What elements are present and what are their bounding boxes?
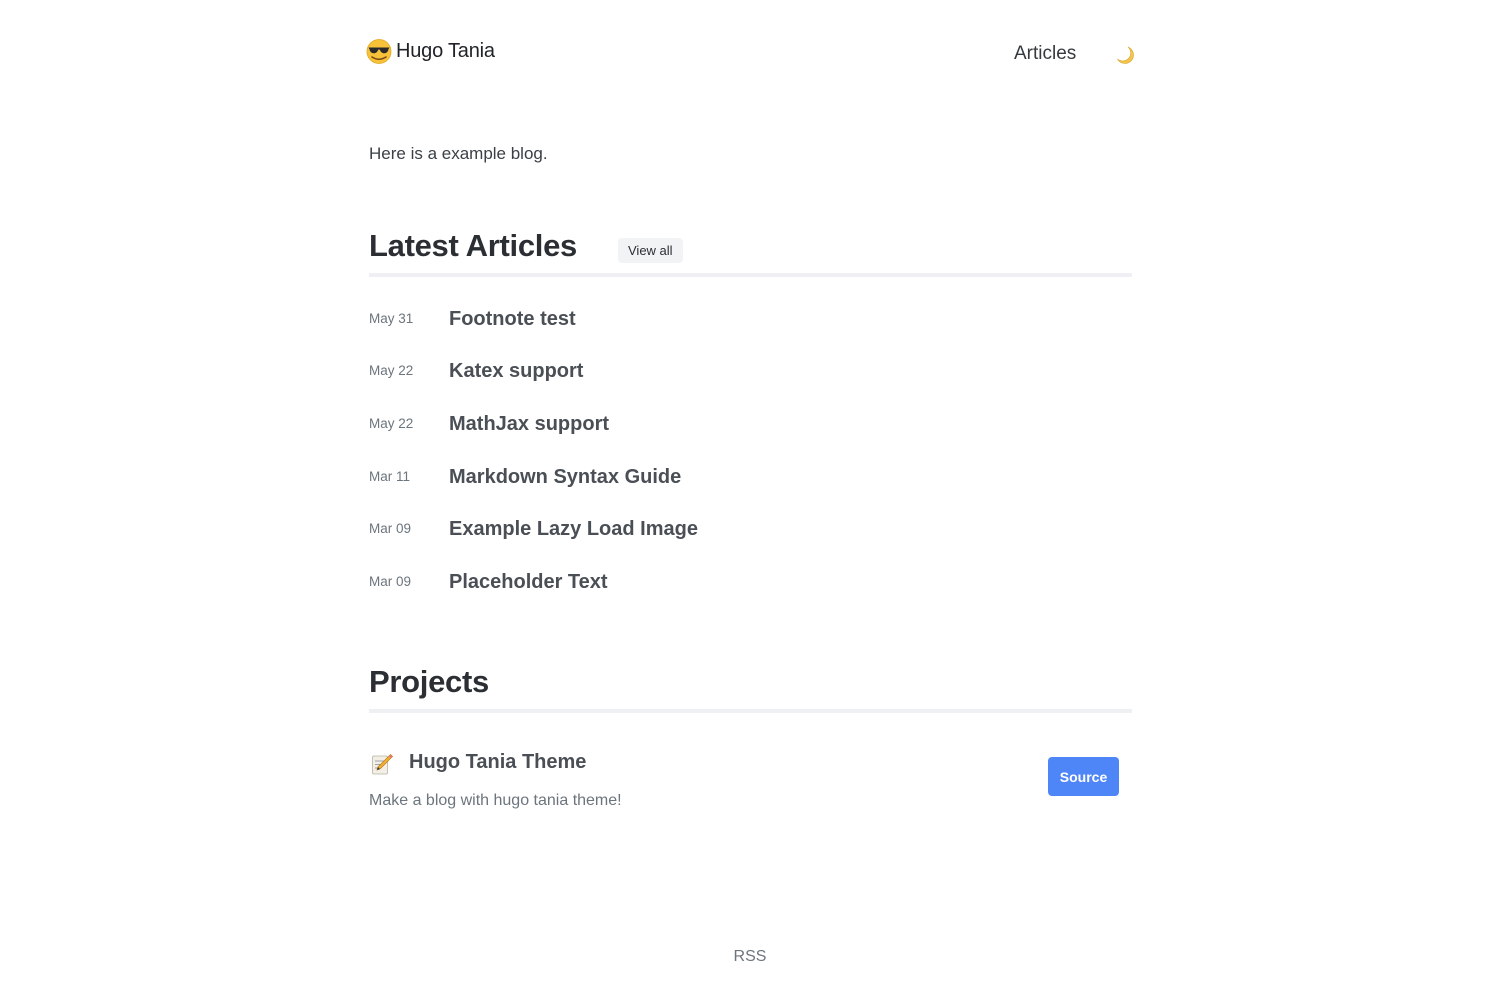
list-item: May 22 MathJax support: [369, 413, 1132, 446]
brand-name: Hugo Tania: [396, 39, 495, 62]
post-title-link[interactable]: Placeholder Text: [449, 571, 608, 594]
rss-link[interactable]: RSS: [734, 948, 767, 965]
projects-title: Projects: [369, 664, 489, 699]
post-date: May 22: [369, 363, 414, 378]
list-item: May 31 Footnote test: [369, 308, 1132, 341]
list-item: Mar 09 Placeholder Text: [369, 571, 1132, 604]
latest-articles-title: Latest Articles: [369, 228, 577, 263]
post-date: May 31: [369, 311, 414, 326]
brand-link[interactable]: Hugo Tania: [366, 38, 495, 64]
memo-icon: [370, 752, 394, 776]
site-header: Hugo Tania Articles: [366, 38, 1136, 72]
post-date: Mar 11: [369, 469, 411, 484]
view-all-button[interactable]: View all: [618, 238, 683, 263]
list-item: May 22 Katex support: [369, 360, 1132, 393]
nav-articles-link[interactable]: Articles: [1014, 43, 1076, 65]
source-button[interactable]: Source: [1048, 757, 1119, 796]
project-name: Hugo Tania Theme: [409, 751, 587, 773]
post-date: Mar 09: [369, 574, 412, 589]
moon-icon: [1114, 46, 1136, 69]
projects-header: Projects: [369, 664, 1132, 713]
project-card: Hugo Tania Theme Make a blog with hugo t…: [369, 748, 1132, 828]
sunglasses-face-icon: [366, 38, 392, 64]
post-title-link[interactable]: Markdown Syntax Guide: [449, 466, 681, 489]
footer: RSS: [0, 948, 1500, 966]
post-title-link[interactable]: MathJax support: [449, 413, 609, 436]
post-title-link[interactable]: Katex support: [449, 360, 583, 383]
post-title-link[interactable]: Example Lazy Load Image: [449, 518, 698, 541]
post-date: May 22: [369, 416, 414, 431]
theme-toggle-button[interactable]: [1114, 44, 1136, 66]
latest-articles-header: Latest Articles View all: [369, 228, 1132, 277]
post-date: Mar 09: [369, 521, 412, 536]
list-item: Mar 09 Example Lazy Load Image: [369, 518, 1132, 551]
intro-text: Here is a example blog.: [369, 144, 548, 163]
list-item: Mar 11 Markdown Syntax Guide: [369, 466, 1132, 499]
post-title-link[interactable]: Footnote test: [449, 308, 576, 331]
project-description: Make a blog with hugo tania theme!: [369, 792, 622, 809]
